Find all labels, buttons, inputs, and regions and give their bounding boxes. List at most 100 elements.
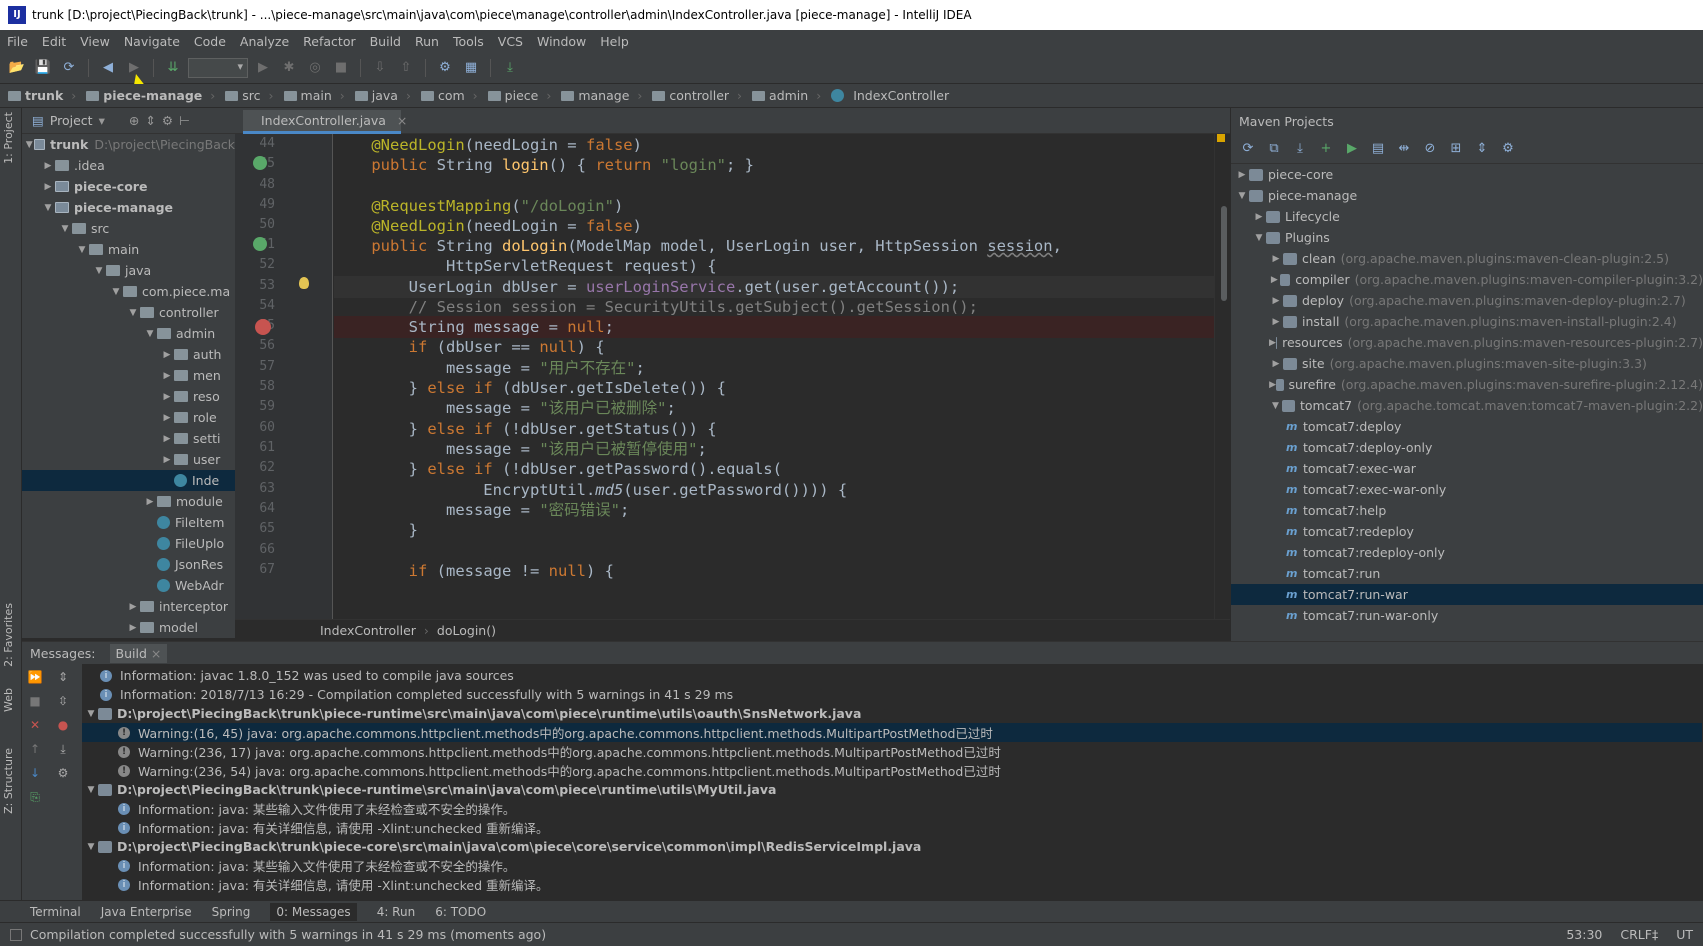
open-folder-icon[interactable]: 📂 xyxy=(6,57,28,79)
download-icon[interactable]: ⤓ xyxy=(1289,138,1311,160)
chevron-right-icon[interactable]: ▶ xyxy=(160,392,174,402)
menu-item-refactor[interactable]: Refactor xyxy=(296,34,362,49)
gear-icon[interactable]: ⚙ xyxy=(162,113,173,128)
add-icon[interactable]: + xyxy=(1315,138,1337,160)
maven-goal[interactable]: m tomcat7:deploy xyxy=(1231,416,1703,437)
chevron-down-icon[interactable]: ▼ xyxy=(92,266,106,276)
tree-item[interactable]: ▶ reso xyxy=(22,386,235,407)
tree-item[interactable]: ▶ model xyxy=(22,617,235,638)
tree-item[interactable]: ▶ auth xyxy=(22,344,235,365)
chevron-down-icon[interactable]: ▼ xyxy=(58,224,72,234)
hide-icon[interactable]: ⊢ xyxy=(179,113,190,128)
project-side-tab[interactable]: 1: Project xyxy=(2,112,15,164)
maven-settings-icon[interactable]: ⚙ xyxy=(1497,138,1519,160)
message-row[interactable]: ! Warning:(16, 45) java: org.apache.commo… xyxy=(82,723,1702,742)
run-goal-icon[interactable]: ▶ xyxy=(1341,138,1363,160)
rerun-icon[interactable]: ⏩ xyxy=(26,668,44,686)
caret-position[interactable]: 53:30 xyxy=(1566,927,1602,942)
maven-tree-item[interactable]: ▶ piece-core xyxy=(1231,164,1703,185)
menu-item-file[interactable]: File xyxy=(0,34,35,49)
save-all-icon[interactable]: 💾 xyxy=(32,57,54,79)
update-icon[interactable]: ⇩ xyxy=(369,57,391,79)
menu-item-build[interactable]: Build xyxy=(363,34,408,49)
message-row[interactable]: i Information: javac 1.8.0_152 was used t… xyxy=(82,666,1702,685)
chevron-right-icon[interactable]: ▶ xyxy=(160,350,174,360)
message-row[interactable]: ! Warning:(236, 54) java: org.apache.comm… xyxy=(82,761,1702,780)
chevron-right-icon[interactable]: ▶ xyxy=(1252,212,1266,222)
chevron-down-icon[interactable]: ▼ xyxy=(24,140,34,150)
tree-item[interactable]: JsonRes xyxy=(22,554,235,575)
chevron-down-icon[interactable]: ▼ xyxy=(1252,233,1266,243)
message-file-node[interactable]: ▼ D:\project\PiecingBack\trunk\piece-runt… xyxy=(82,780,1702,799)
breadcrumb-item[interactable]: admin › xyxy=(752,88,831,103)
breadcrumb-item[interactable]: piece › xyxy=(487,88,562,103)
tree-item[interactable]: ▶ men xyxy=(22,365,235,386)
editor-breadcrumb-method[interactable]: doLogin() xyxy=(437,623,496,638)
maven-goal[interactable]: m tomcat7:redeploy-only xyxy=(1231,542,1703,563)
code-editor[interactable]: @NeedLogin(needLogin = false) public Str… xyxy=(334,134,1214,619)
tree-item[interactable]: ▶ module xyxy=(22,491,235,512)
collapse-all-icon[interactable]: ⇳ xyxy=(54,692,72,710)
project-view-select[interactable]: Project xyxy=(50,113,93,128)
menu-item-run[interactable]: Run xyxy=(408,34,446,49)
breadcrumb-item[interactable]: piece-manage › xyxy=(86,88,225,103)
tool-tab-terminal[interactable]: Terminal xyxy=(30,905,81,919)
chevron-right-icon[interactable]: ▶ xyxy=(41,182,55,192)
breadcrumb-item[interactable]: src › xyxy=(225,88,283,103)
maven-tree-item[interactable]: ▶ compiler (org.apache.maven.plugins:maven… xyxy=(1231,269,1703,290)
tree-item[interactable]: ▶ interceptor xyxy=(22,596,235,617)
chevron-down-icon[interactable]: ▼ xyxy=(1269,401,1282,411)
chevron-down-icon[interactable]: ▼ xyxy=(84,842,98,852)
message-file-node[interactable]: ▼ D:\project\PiecingBack\trunk\piece-runt… xyxy=(82,704,1702,723)
tree-item[interactable]: ▼ main xyxy=(22,239,235,260)
tree-item[interactable]: FileUplo xyxy=(22,533,235,554)
tree-item[interactable]: ▶ piece-core xyxy=(22,176,235,197)
chevron-down-icon[interactable]: ▼ xyxy=(84,785,98,795)
maven-goal[interactable]: m tomcat7:run-war xyxy=(1231,584,1703,605)
chevron-down-icon[interactable]: ▼ xyxy=(143,329,157,339)
menu-item-help[interactable]: Help xyxy=(593,34,636,49)
chevron-right-icon[interactable]: ▶ xyxy=(160,455,174,465)
maven-goal[interactable]: m tomcat7:deploy-only xyxy=(1231,437,1703,458)
menu-item-view[interactable]: View xyxy=(73,34,117,49)
show-errors-icon[interactable]: ● xyxy=(54,716,72,734)
run-configuration-select[interactable] xyxy=(188,57,248,78)
chevron-right-icon[interactable]: ▶ xyxy=(126,602,140,612)
breadcrumb-item[interactable]: manage › xyxy=(561,88,652,103)
tool-tab-spring[interactable]: Spring xyxy=(212,905,251,919)
tree-item[interactable]: FileItem xyxy=(22,512,235,533)
skip-tests-icon[interactable]: ⊘ xyxy=(1419,138,1441,160)
maven-tree-item[interactable]: ▶ install (org.apache.maven.plugins:maven-… xyxy=(1231,311,1703,332)
menu-item-edit[interactable]: Edit xyxy=(35,34,73,49)
generate-sources-icon[interactable]: ⧉ xyxy=(1263,138,1285,160)
chevron-right-icon[interactable]: ▶ xyxy=(143,497,157,507)
tree-item[interactable]: ▼ src xyxy=(22,218,235,239)
editor-scrollbar[interactable] xyxy=(1214,134,1230,619)
tool-tab-0-messages[interactable]: 0: Messages xyxy=(270,902,357,921)
pin-icon[interactable]: ⎘ xyxy=(26,788,44,806)
chevron-right-icon[interactable]: ▶ xyxy=(1235,170,1249,180)
previous-icon[interactable]: ↑ xyxy=(26,740,44,758)
chevron-right-icon[interactable]: ▶ xyxy=(1269,317,1283,327)
menu-item-navigate[interactable]: Navigate xyxy=(117,34,187,49)
tool-tab-6-todo[interactable]: 6: TODO xyxy=(435,905,486,919)
show-dependencies-icon[interactable]: ⊞ xyxy=(1445,138,1467,160)
chevron-right-icon[interactable]: ▶ xyxy=(1269,296,1283,306)
stop-icon[interactable]: ■ xyxy=(330,57,352,79)
settings-icon[interactable]: ⚙ xyxy=(434,57,456,79)
collapse-icon[interactable]: ⇕ xyxy=(145,113,155,128)
maven-goal[interactable]: m tomcat7:exec-war xyxy=(1231,458,1703,479)
tree-item[interactable]: ▶ setti xyxy=(22,428,235,449)
chevron-right-icon[interactable]: ▶ xyxy=(1269,359,1283,369)
maven-tree-item[interactable]: ▶ surefire (org.apache.maven.plugins:maven… xyxy=(1231,374,1703,395)
maven-tree-item[interactable]: ▶ deploy (org.apache.maven.plugins:maven-d… xyxy=(1231,290,1703,311)
lightbulb-icon[interactable] xyxy=(299,277,309,289)
tab-indexcontroller[interactable]: IndexController.java × xyxy=(243,110,407,134)
chevron-right-icon[interactable]: ▶ xyxy=(160,371,174,381)
tree-item[interactable]: Inde xyxy=(22,470,235,491)
maven-goal[interactable]: m tomcat7:redeploy xyxy=(1231,521,1703,542)
chevron-right-icon[interactable]: ▶ xyxy=(41,161,55,171)
message-row[interactable]: i Information: java: 某些输入文件使用了未经检查或不安全的操作… xyxy=(82,856,1702,875)
breadcrumb-item[interactable]: trunk › xyxy=(8,88,86,103)
maven-goal[interactable]: m tomcat7:run xyxy=(1231,563,1703,584)
